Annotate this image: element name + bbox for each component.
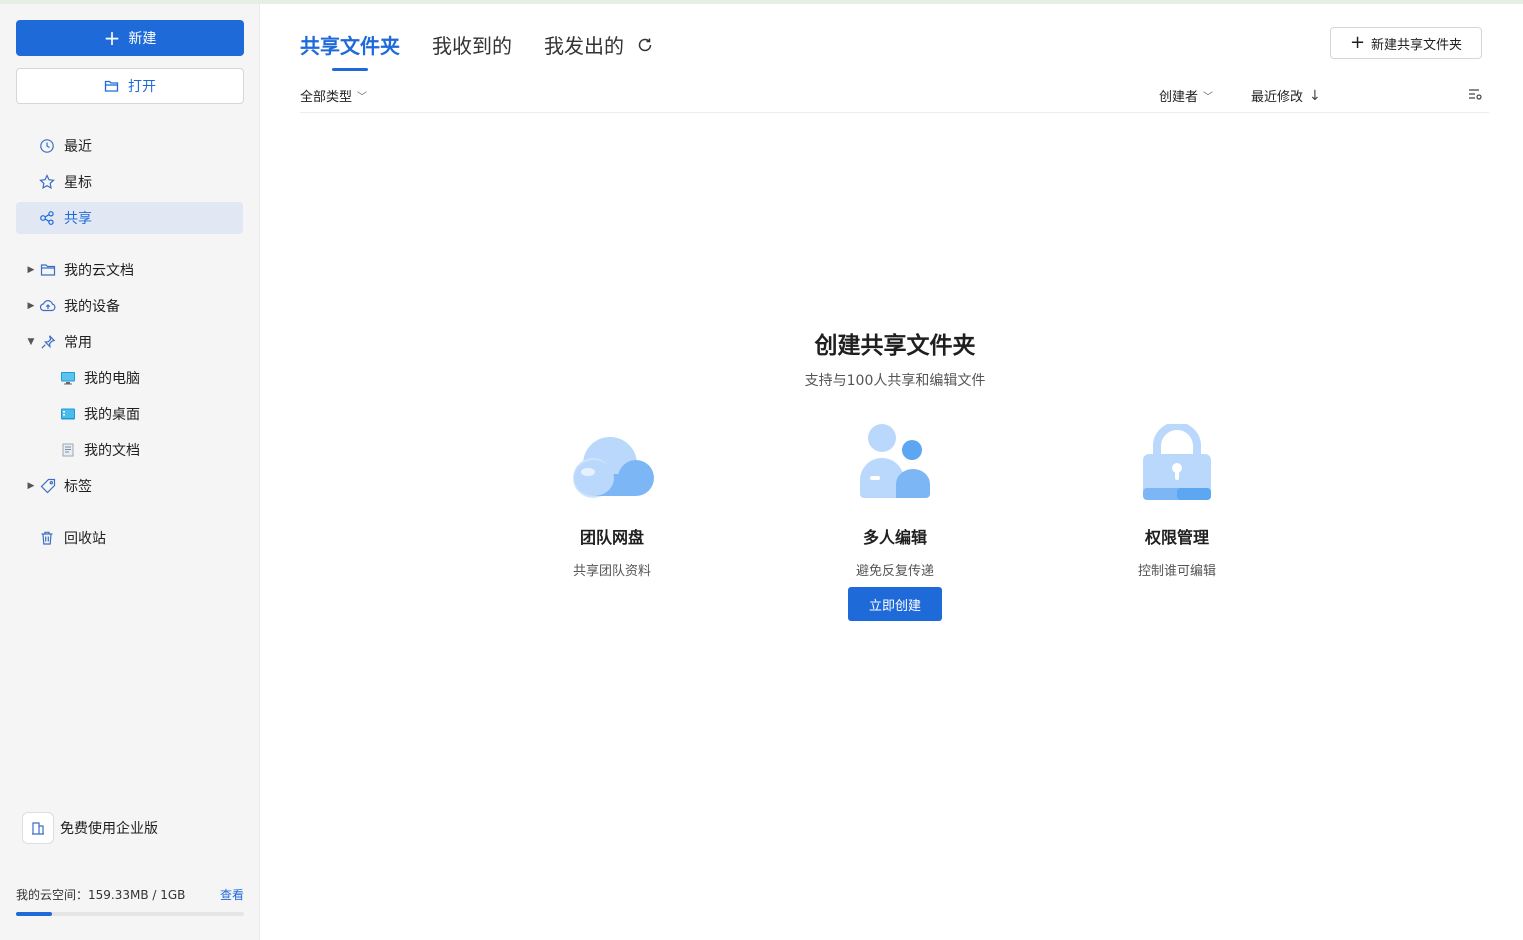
chevron-down-icon: ﹀ (357, 92, 368, 103)
arrow-down-icon: ↓ (1309, 87, 1321, 104)
feature-name: 团队网盘 (579, 528, 644, 547)
sidebar-item-starred[interactable]: 星标 (16, 166, 243, 198)
computer-icon (60, 370, 76, 386)
plus-icon: + (103, 26, 121, 50)
users-icon (860, 424, 930, 498)
refresh-icon[interactable] (636, 36, 654, 54)
sidebar-item-label: 我的电脑 (84, 371, 140, 387)
tag-icon (40, 478, 56, 494)
expand-arrow-icon[interactable]: ▶ (24, 301, 38, 311)
empty-state-title: 创建共享文件夹 (814, 333, 976, 359)
sidebar-item-label: 星标 (64, 175, 92, 191)
sidebar-item-recent[interactable]: 最近 (16, 130, 243, 162)
empty-state-subtitle: 支持与100人共享和编辑文件 (804, 373, 986, 389)
tab-received[interactable]: 我收到的 (432, 30, 512, 59)
lock-icon (1143, 424, 1211, 500)
tab-bar: 共享文件夹 我收到的 我发出的 (300, 30, 654, 71)
sidebar-item-trash[interactable]: 回收站 (16, 522, 243, 554)
new-shared-folder-button[interactable]: + 新建共享文件夹 (1330, 27, 1482, 59)
storage-label: 我的云空间：159.33MB / 1GB (16, 888, 186, 902)
feature-multi-edit: 多人编辑 避免反复传递 (795, 416, 995, 579)
cloud-icon (573, 437, 654, 498)
plus-icon: + (1349, 32, 1366, 53)
clock-icon (39, 138, 55, 154)
tab-sent[interactable]: 我发出的 (544, 30, 624, 59)
feature-desc: 控制谁可编辑 (1137, 564, 1216, 579)
sidebar-item-label: 共享 (64, 211, 92, 227)
feature-permissions: 权限管理 控制谁可编辑 (1077, 416, 1277, 579)
sidebar-item-my-computer[interactable]: 我的电脑 (16, 362, 243, 394)
expand-arrow-icon[interactable]: ▶ (24, 481, 38, 491)
feature-desc: 避免反复传递 (855, 564, 934, 579)
main-panel: 共享文件夹 我收到的 我发出的 + 新建共享文件夹 全部类型 ﹀ 创建者 ﹀ 最… (261, 4, 1523, 940)
new-shared-folder-label: 新建共享文件夹 (1371, 37, 1463, 53)
trash-icon (39, 530, 55, 546)
sidebar-item-label: 最近 (64, 139, 92, 155)
sidebar-item-label: 常用 (64, 335, 92, 351)
open-button[interactable]: 打开 (16, 68, 244, 104)
desktop-icon (60, 406, 76, 422)
new-button-label: 新建 (128, 31, 157, 47)
storage-progress-bar (16, 912, 244, 916)
sidebar-item-my-documents[interactable]: 我的文档 (16, 434, 243, 466)
feature-name: 多人编辑 (862, 528, 927, 547)
type-filter-label: 全部类型 (300, 90, 353, 105)
new-button[interactable]: + 新建 (16, 20, 244, 56)
storage-progress-fill (16, 912, 53, 916)
sidebar-item-common[interactable]: ▼ 常用 (16, 326, 243, 358)
document-icon (60, 442, 76, 458)
storage-info: 我的云空间：159.33MB / 1GB 查看 (16, 886, 244, 916)
enterprise-building-icon (22, 812, 54, 844)
sidebar-item-my-desktop[interactable]: 我的桌面 (16, 398, 243, 430)
pin-icon (40, 334, 56, 350)
type-filter-dropdown[interactable]: 全部类型 ﹀ (300, 86, 367, 105)
sidebar-item-label: 标签 (64, 479, 92, 495)
sidebar-item-my-cloud-docs[interactable]: ▶ 我的云文档 (16, 254, 243, 286)
list-settings-icon[interactable] (1467, 86, 1483, 106)
collapse-arrow-icon[interactable]: ▼ (24, 337, 38, 347)
star-icon (39, 174, 55, 190)
feature-name: 权限管理 (1144, 528, 1209, 547)
enterprise-label: 免费使用企业版 (60, 821, 158, 837)
expand-arrow-icon[interactable]: ▶ (24, 265, 38, 275)
chevron-down-icon: ﹀ (1203, 92, 1214, 103)
cloud-upload-icon (40, 298, 56, 314)
enterprise-trial-link[interactable]: 免费使用企业版 (22, 812, 158, 844)
filter-bar: 全部类型 ﹀ 创建者 ﹀ 最近修改 ↓ (300, 84, 1489, 113)
sidebar: + 新建 打开 最近 星标 共享 ▶ 我的云文档 ▶ 我的设备 ▼ 常用 我的电… (0, 4, 260, 940)
folder-open-icon (104, 80, 119, 92)
tab-shared-folders[interactable]: 共享文件夹 (300, 30, 400, 71)
creator-filter-dropdown[interactable]: 创建者 ﹀ (1159, 86, 1213, 105)
sidebar-item-label: 我的云文档 (64, 263, 134, 279)
sidebar-item-label: 我的设备 (64, 299, 120, 315)
feature-team-drive: 团队网盘 共享团队资料 (512, 416, 712, 579)
creator-filter-label: 创建者 (1159, 90, 1199, 105)
feature-desc: 共享团队资料 (572, 564, 651, 579)
sidebar-item-my-devices[interactable]: ▶ 我的设备 (16, 290, 243, 322)
sort-label: 最近修改 (1251, 90, 1304, 105)
create-now-button[interactable]: 立即创建 (848, 587, 942, 621)
open-button-label: 打开 (128, 79, 156, 95)
sidebar-item-label: 回收站 (64, 531, 106, 547)
sidebar-item-label: 我的文档 (84, 443, 140, 459)
folder-icon (40, 262, 56, 278)
share-icon (39, 210, 55, 226)
sidebar-item-label: 我的桌面 (84, 407, 140, 423)
storage-view-link[interactable]: 查看 (220, 886, 244, 903)
sidebar-item-shared[interactable]: 共享 (16, 202, 243, 234)
sort-by-modified[interactable]: 最近修改 ↓ (1251, 86, 1321, 106)
sidebar-item-tags[interactable]: ▶ 标签 (16, 470, 243, 502)
